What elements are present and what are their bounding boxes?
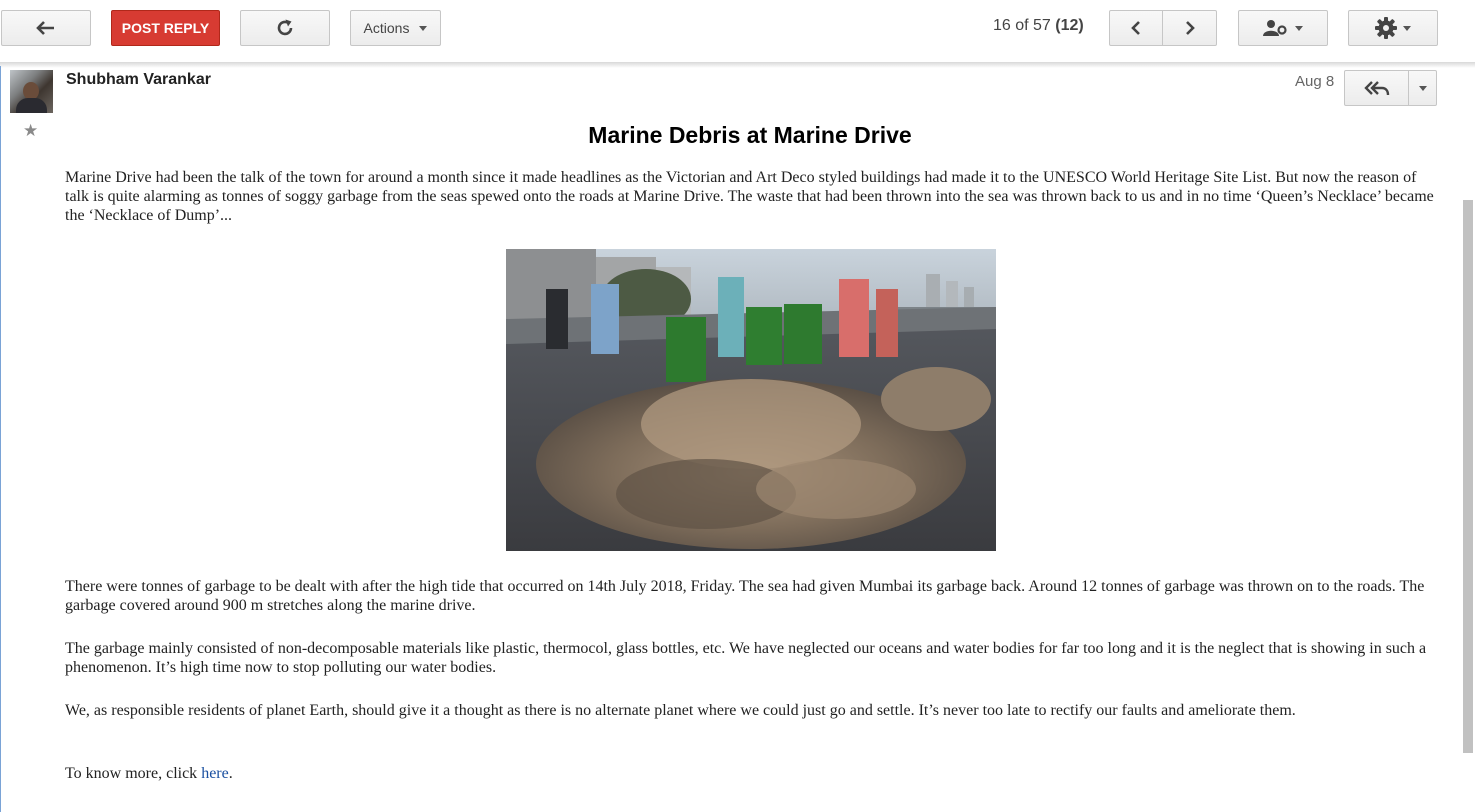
reply-more-button[interactable] <box>1409 71 1437 105</box>
toolbar-shadow <box>0 62 1475 68</box>
reply-all-button[interactable] <box>1345 71 1408 105</box>
avatar[interactable] <box>10 70 53 113</box>
chevron-down-icon <box>1295 25 1303 31</box>
next-button[interactable] <box>1162 10 1217 46</box>
photo-illustration <box>506 249 996 551</box>
chevron-down-icon <box>419 25 428 31</box>
paragraph-1: Marine Drive had been the talk of the to… <box>65 169 1434 224</box>
paragraph-4: We, as responsible residents of planet E… <box>65 702 1296 719</box>
counter-text: 16 of 57 <box>993 17 1051 34</box>
previous-button[interactable] <box>1109 10 1163 46</box>
chevron-down-icon <box>1403 25 1411 31</box>
post-title: Marine Debris at Marine Drive <box>588 122 912 148</box>
refresh-icon <box>277 19 293 36</box>
refresh-button[interactable] <box>240 10 330 46</box>
actions-label: Actions <box>363 20 410 36</box>
scrollbar[interactable] <box>1463 200 1473 753</box>
post-date: Aug 8 <box>1295 73 1335 90</box>
closing-period: . <box>228 765 233 782</box>
chevron-right-icon <box>1185 21 1195 35</box>
thread-left-border <box>0 66 1 812</box>
avatar-body <box>16 98 47 113</box>
toolbar: POST REPLY Actions 16 of 57 (12) <box>0 0 1475 58</box>
paragraph-3: The garbage mainly consisted of non-deco… <box>65 640 1427 676</box>
chevron-left-icon <box>1131 21 1140 35</box>
gear-icon <box>1375 17 1397 39</box>
people-settings-button[interactable] <box>1238 10 1328 46</box>
author-name[interactable]: Shubham Varankar <box>66 71 211 89</box>
actions-dropdown[interactable]: Actions <box>350 10 441 46</box>
reply-all-icon <box>1363 81 1389 96</box>
back-arrow-icon <box>36 21 54 35</box>
paragraph-2: There were tonnes of garbage to be dealt… <box>65 578 1425 614</box>
closing-paragraph: To know more, click here. <box>65 764 1443 783</box>
garbage-photo <box>506 249 996 551</box>
post-reply-button[interactable]: POST REPLY <box>111 10 220 46</box>
reply-button-group <box>1344 70 1437 106</box>
counter-unread: (12) <box>1055 17 1084 34</box>
closing-text: To know more, click <box>65 765 202 782</box>
here-link[interactable]: here <box>201 765 229 782</box>
chevron-down-icon <box>1419 85 1427 91</box>
settings-button[interactable] <box>1348 10 1438 46</box>
people-settings-icon <box>1263 20 1287 36</box>
back-button[interactable] <box>1 10 91 46</box>
message-counter: 16 of 57 (12) <box>993 17 1084 35</box>
